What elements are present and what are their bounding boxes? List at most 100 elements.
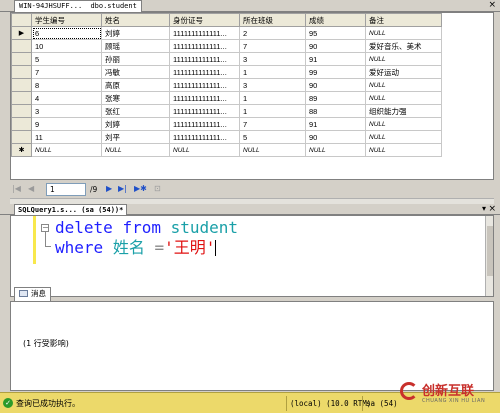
table-cell[interactable]: 1 (239, 104, 306, 118)
table-cell[interactable]: 4 (31, 91, 102, 105)
next-record-icon[interactable]: ▶ (106, 184, 112, 193)
table-cell[interactable]: 孙丽 (101, 52, 170, 66)
table-cell[interactable]: 顾瑶 (101, 39, 170, 53)
row-header[interactable] (11, 39, 32, 53)
table-cell[interactable]: 1111111111111... (169, 117, 240, 131)
first-record-icon[interactable]: |◀ (12, 184, 21, 193)
col-header-student-id[interactable]: 学生编号 (31, 13, 102, 27)
table-cell[interactable]: NULL (365, 26, 442, 40)
table-cell[interactable]: 99 (305, 65, 366, 79)
row-header[interactable]: ✱ (11, 143, 32, 157)
table-cell[interactable]: 90 (305, 130, 366, 144)
table-row[interactable]: 9 刘婷 1111111111111... 7 91 NULL (11, 117, 442, 131)
table-cell[interactable]: 5 (239, 130, 306, 144)
table-cell[interactable]: 1111111111111... (169, 65, 240, 79)
table-cell[interactable]: 爱好运动 (365, 65, 442, 79)
table-cell[interactable]: 3 (239, 78, 306, 92)
table-row[interactable]: 5 孙丽 1111111111111... 3 91 NULL (11, 52, 442, 66)
query-tab[interactable]: SQLQuery1.s... (sa (54))* (14, 204, 128, 215)
table-cell[interactable]: NULL (365, 130, 442, 144)
table-row[interactable]: 4 张寒 1111111111111... 1 89 NULL (11, 91, 442, 105)
table-row[interactable]: ✱ NULL NULL NULL NULL NULL NULL (11, 143, 442, 157)
table-row[interactable]: ▶ 6 刘婷 1111111111111... 2 95 NULL (11, 26, 442, 40)
record-number-input[interactable]: 1 (46, 183, 86, 196)
table-cell[interactable]: NULL (365, 52, 442, 66)
table-cell[interactable]: 5 (31, 52, 102, 66)
table-cell[interactable]: 高原 (101, 78, 170, 92)
close-icon[interactable]: × (488, 0, 496, 11)
col-header-class[interactable]: 所在班级 (239, 13, 306, 27)
row-header[interactable] (11, 52, 32, 66)
row-header[interactable] (11, 104, 32, 118)
col-header-id-number[interactable]: 身份证号 (169, 13, 240, 27)
table-tab[interactable]: WIN-94JHSUFF... dbo.student (14, 0, 142, 12)
collapse-icon[interactable]: − (41, 224, 49, 232)
prev-record-icon[interactable]: ◀ (28, 184, 34, 193)
table-cell[interactable]: 1111111111111... (169, 130, 240, 144)
table-cell[interactable]: NULL (31, 143, 102, 157)
new-record-icon[interactable]: ▶✱ (134, 184, 147, 193)
table-cell[interactable]: NULL (101, 143, 170, 157)
table-cell[interactable]: 7 (239, 117, 306, 131)
table-cell[interactable]: 90 (305, 39, 366, 53)
sql-editor[interactable]: − delete from student where 姓名 ='王明' (10, 215, 494, 297)
last-record-icon[interactable]: ▶| (118, 184, 127, 193)
table-cell[interactable]: 9 (31, 117, 102, 131)
table-cell[interactable]: 7 (31, 65, 102, 79)
table-cell[interactable]: 刘平 (101, 130, 170, 144)
table-cell[interactable]: 1111111111111... (169, 104, 240, 118)
table-cell[interactable]: 2 (239, 26, 306, 40)
row-header[interactable] (11, 130, 32, 144)
table-cell[interactable]: 6 (31, 26, 102, 40)
table-cell[interactable]: 1111111111111... (169, 91, 240, 105)
table-row[interactable]: 11 刘平 1111111111111... 5 90 NULL (11, 130, 442, 144)
table-cell[interactable]: NULL (365, 117, 442, 131)
table-cell[interactable]: 冯敏 (101, 65, 170, 79)
table-cell[interactable]: 91 (305, 117, 366, 131)
table-cell[interactable]: 爱好音乐、美术 (365, 39, 442, 53)
table-cell[interactable]: 91 (305, 52, 366, 66)
table-cell[interactable]: 10 (31, 39, 102, 53)
table-cell[interactable]: 11 (31, 130, 102, 144)
row-header[interactable] (11, 65, 32, 79)
table-cell[interactable]: 90 (305, 78, 366, 92)
table-cell[interactable]: 7 (239, 39, 306, 53)
table-cell[interactable]: 张红 (101, 104, 170, 118)
table-cell[interactable]: NULL (365, 91, 442, 105)
table-cell[interactable]: 95 (305, 26, 366, 40)
editor-vertical-scrollbar[interactable] (485, 216, 493, 296)
col-header-name[interactable]: 姓名 (101, 13, 170, 27)
table-cell[interactable]: 组织能力强 (365, 104, 442, 118)
close-icon[interactable]: × (488, 204, 496, 214)
table-cell[interactable]: 1111111111111... (169, 52, 240, 66)
table-row[interactable]: 3 张红 1111111111111... 1 88 组织能力强 (11, 104, 442, 118)
chevron-down-icon[interactable]: ▾ (482, 204, 486, 214)
stop-icon[interactable]: ⊡ (154, 184, 161, 193)
col-header-remark[interactable]: 备注 (365, 13, 442, 27)
table-cell[interactable]: 刘婷 (101, 117, 170, 131)
row-header[interactable] (11, 117, 32, 131)
table-cell[interactable]: 1111111111111... (169, 78, 240, 92)
col-header-score[interactable]: 成绩 (305, 13, 366, 27)
row-header[interactable]: ▶ (11, 26, 32, 40)
table-cell[interactable]: 1 (239, 65, 306, 79)
table-cell[interactable]: 1111111111111... (169, 26, 240, 40)
table-row[interactable]: 10 顾瑶 1111111111111... 7 90 爱好音乐、美术 (11, 39, 442, 53)
row-header[interactable] (11, 91, 32, 105)
table-cell[interactable]: 88 (305, 104, 366, 118)
table-cell[interactable]: 张寒 (101, 91, 170, 105)
tab-messages[interactable]: 消息 (14, 287, 51, 301)
table-cell[interactable]: NULL (365, 78, 442, 92)
row-header[interactable] (11, 78, 32, 92)
table-row[interactable]: 8 高原 1111111111111... 3 90 NULL (11, 78, 442, 92)
table-cell[interactable]: 1111111111111... (169, 39, 240, 53)
table-cell[interactable]: NULL (169, 143, 240, 157)
table-cell[interactable]: 3 (31, 104, 102, 118)
table-cell[interactable]: NULL (305, 143, 366, 157)
table-cell[interactable]: NULL (365, 143, 442, 157)
table-cell[interactable]: 刘婷 (101, 26, 170, 40)
table-cell[interactable]: NULL (239, 143, 306, 157)
table-cell[interactable]: 3 (239, 52, 306, 66)
table-cell[interactable]: 1 (239, 91, 306, 105)
table-cell[interactable]: 8 (31, 78, 102, 92)
